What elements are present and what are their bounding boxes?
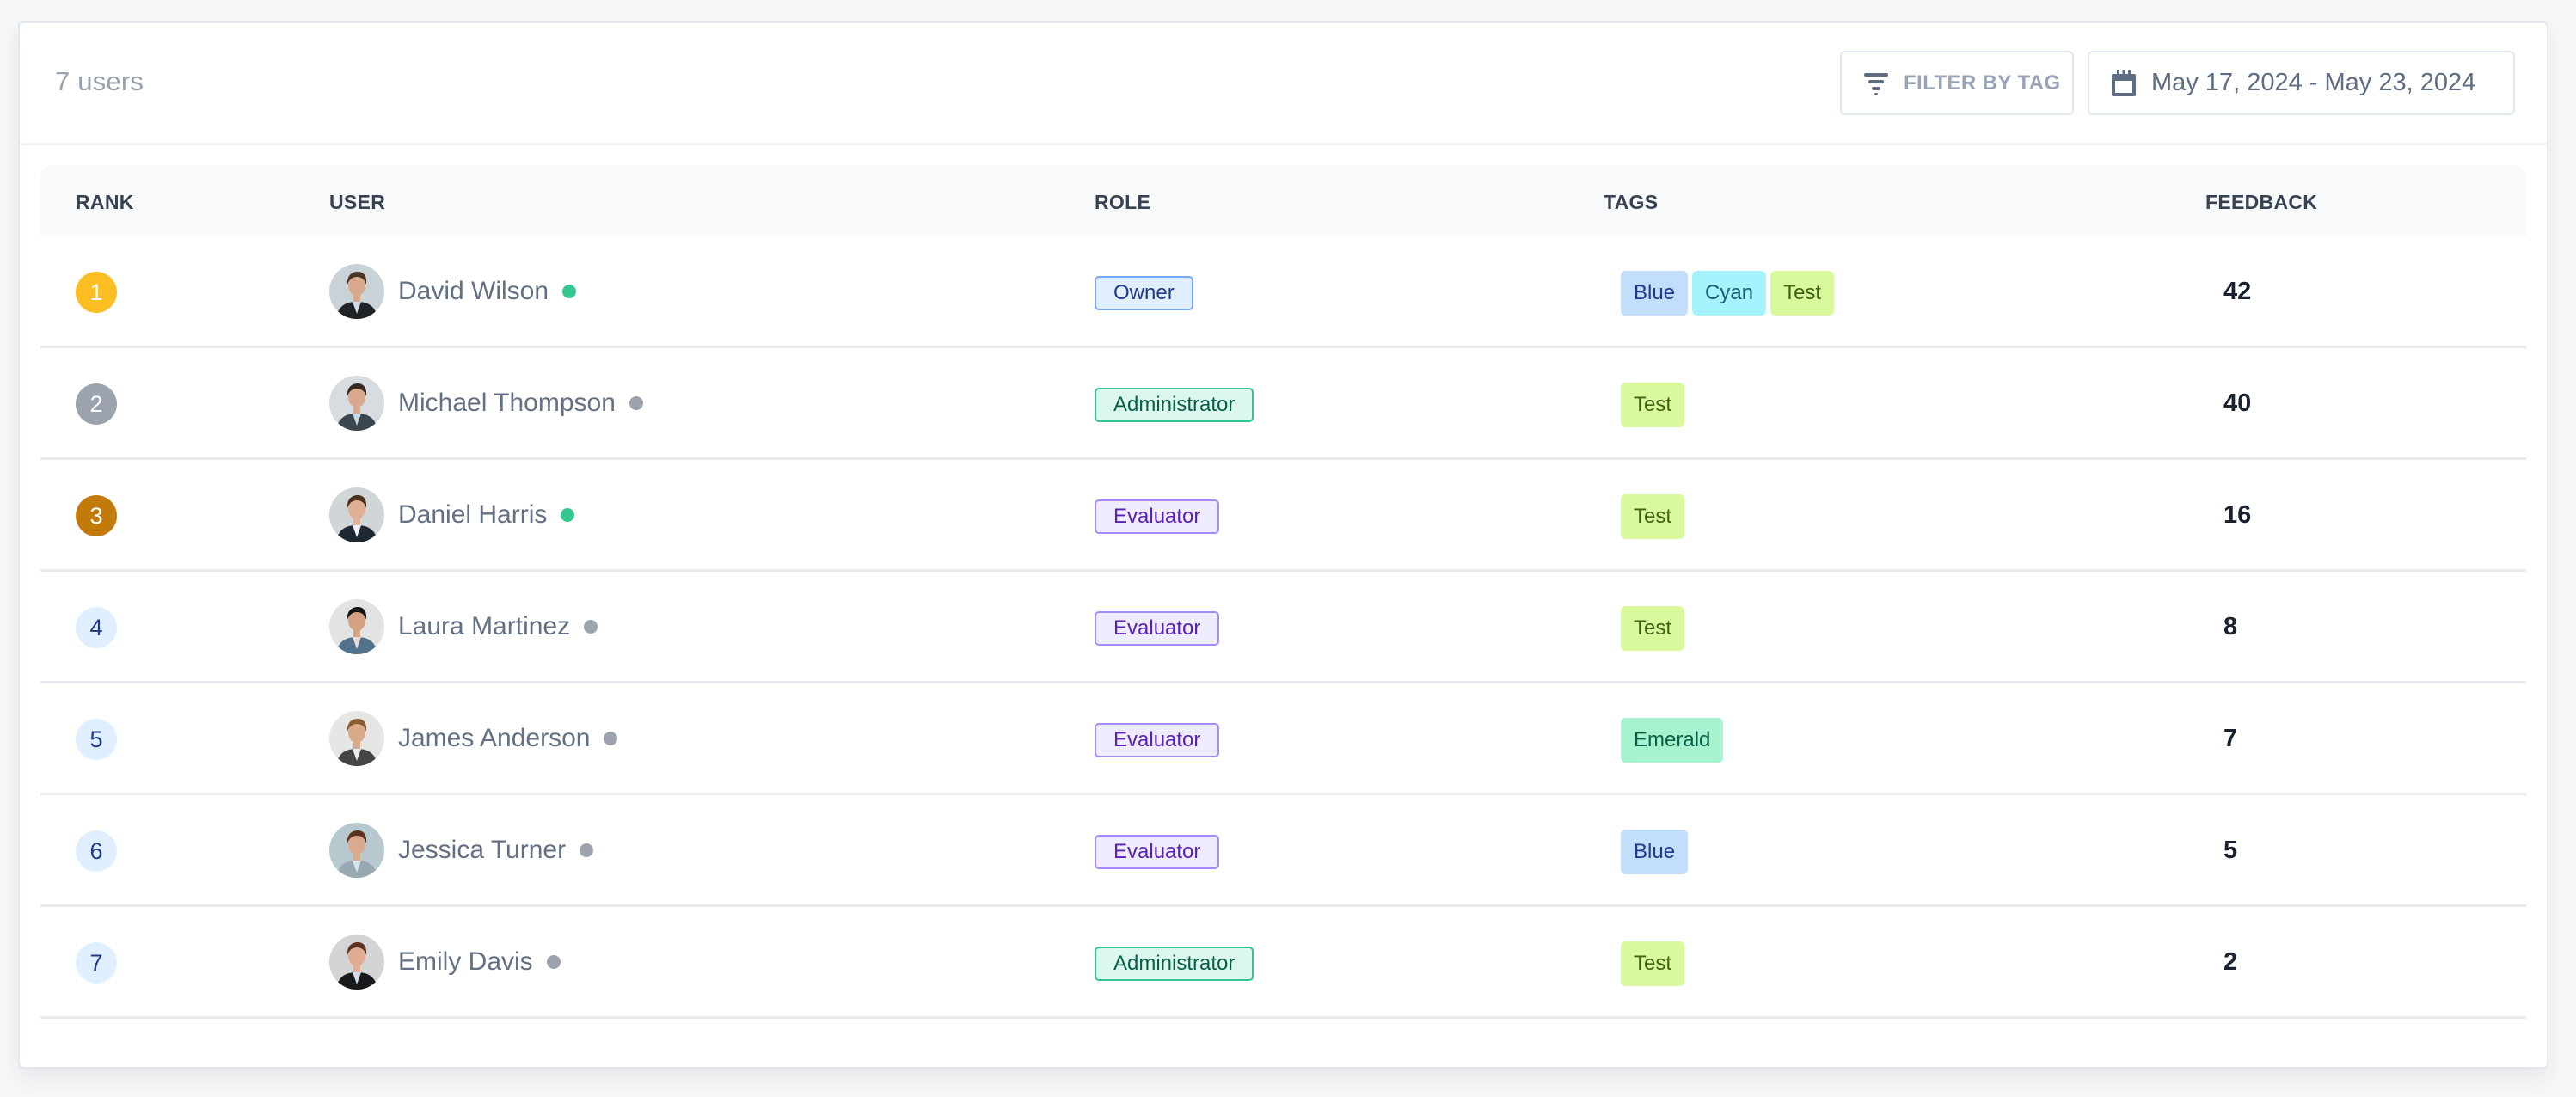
table-row[interactable]: 5 James Anderson Evaluator Emerald 7 — [40, 683, 2526, 795]
filter-by-tag-button[interactable]: FILTER BY TAG — [1840, 51, 2074, 115]
offline-status-dot — [584, 620, 598, 634]
rank-badge: 1 — [76, 272, 117, 313]
avatar[interactable] — [329, 711, 384, 766]
feedback-count: 2 — [2223, 948, 2238, 976]
tag-test[interactable]: Test — [1621, 383, 1685, 427]
table-row[interactable]: 3 Daniel Harris Evaluator Test 16 — [40, 460, 2526, 572]
rank-badge: 2 — [76, 383, 117, 425]
users-table: RANK USER ROLE TAGS FEEDBACK 1 David Wil… — [40, 165, 2526, 1019]
user-name[interactable]: Michael Thompson — [398, 389, 616, 418]
tag-test[interactable]: Test — [1621, 494, 1685, 539]
avatar-portrait-icon — [329, 599, 384, 654]
user-name[interactable]: David Wilson — [398, 277, 549, 306]
filter-icon — [1862, 70, 1890, 96]
tags-cell: Blue Cyan Test — [1621, 271, 1835, 316]
user-name-cell[interactable]: Emily Davis — [398, 947, 561, 977]
column-header-user[interactable]: USER — [329, 191, 385, 214]
table-row[interactable]: 1 David Wilson Owner Blue Cyan Test 42 — [40, 236, 2526, 348]
table-body: 1 David Wilson Owner Blue Cyan Test 42 2 M… — [40, 236, 2526, 1019]
rank-badge: 4 — [76, 607, 117, 648]
role-badge: Evaluator — [1095, 499, 1220, 534]
leaderboard-card: 7 users FILTER BY TAG May 17, 2024 - May… — [18, 21, 2548, 1069]
table-row[interactable]: 2 Michael Thompson Administrator Test 40 — [40, 348, 2526, 460]
avatar[interactable] — [329, 599, 384, 654]
calendar-icon — [2110, 69, 2137, 98]
user-name[interactable]: Laura Martinez — [398, 612, 570, 641]
role-badge: Evaluator — [1095, 835, 1220, 869]
tags-cell: Test — [1621, 383, 1685, 427]
tag-blue[interactable]: Blue — [1621, 830, 1689, 874]
offline-status-dot — [604, 732, 618, 745]
column-header-tags[interactable]: TAGS — [1604, 191, 1658, 214]
tag-emerald[interactable]: Emerald — [1621, 718, 1724, 763]
user-name-cell[interactable]: Daniel Harris — [398, 500, 575, 530]
filter-by-tag-label: FILTER BY TAG — [1904, 70, 2061, 95]
user-name[interactable]: James Anderson — [398, 724, 590, 753]
online-status-dot — [561, 508, 575, 522]
column-header-role[interactable]: ROLE — [1095, 191, 1150, 214]
tag-blue[interactable]: Blue — [1621, 271, 1689, 316]
date-range-label: May 17, 2024 - May 23, 2024 — [2151, 69, 2476, 96]
tag-test[interactable]: Test — [1621, 941, 1685, 986]
avatar[interactable] — [329, 935, 384, 990]
user-name-cell[interactable]: James Anderson — [398, 724, 618, 753]
feedback-count: 8 — [2223, 613, 2238, 640]
avatar[interactable] — [329, 376, 384, 431]
role-badge: Administrator — [1095, 947, 1254, 981]
avatar-portrait-icon — [329, 264, 384, 319]
table-header: RANK USER ROLE TAGS FEEDBACK — [40, 165, 2526, 236]
column-header-feedback[interactable]: FEEDBACK — [2205, 191, 2317, 214]
card-header: 7 users FILTER BY TAG May 17, 2024 - May… — [20, 23, 2547, 145]
user-name[interactable]: Emily Davis — [398, 947, 533, 977]
user-name-cell[interactable]: Jessica Turner — [398, 836, 594, 865]
feedback-count: 40 — [2223, 389, 2252, 417]
avatar[interactable] — [329, 264, 384, 319]
table-row[interactable]: 6 Jessica Turner Evaluator Blue 5 — [40, 795, 2526, 907]
rank-badge: 5 — [76, 719, 117, 760]
user-name[interactable]: Jessica Turner — [398, 836, 566, 865]
role-badge: Evaluator — [1095, 611, 1220, 646]
feedback-count: 7 — [2223, 725, 2238, 752]
feedback-count: 16 — [2223, 501, 2252, 529]
user-name[interactable]: Daniel Harris — [398, 500, 547, 530]
feedback-count: 42 — [2223, 278, 2252, 305]
avatar[interactable] — [329, 487, 384, 542]
avatar-portrait-icon — [329, 487, 384, 542]
offline-status-dot — [629, 396, 643, 410]
user-name-cell[interactable]: David Wilson — [398, 277, 577, 306]
role-badge: Evaluator — [1095, 723, 1220, 757]
date-range-picker[interactable]: May 17, 2024 - May 23, 2024 — [2088, 51, 2515, 115]
tags-cell: Test — [1621, 494, 1685, 539]
table-row[interactable]: 7 Emily Davis Administrator Test 2 — [40, 907, 2526, 1019]
avatar-portrait-icon — [329, 711, 384, 766]
avatar-portrait-icon — [329, 935, 384, 990]
avatar-portrait-icon — [329, 823, 384, 878]
role-badge: Owner — [1095, 276, 1193, 310]
avatar-portrait-icon — [329, 376, 384, 431]
table-row[interactable]: 4 Laura Martinez Evaluator Test 8 — [40, 572, 2526, 683]
feedback-count: 5 — [2223, 837, 2238, 864]
role-badge: Administrator — [1095, 388, 1254, 422]
tags-cell: Blue — [1621, 830, 1689, 874]
user-name-cell[interactable]: Laura Martinez — [398, 612, 598, 641]
rank-badge: 7 — [76, 942, 117, 984]
rank-badge: 6 — [76, 830, 117, 872]
tags-cell: Emerald — [1621, 718, 1724, 763]
tag-test[interactable]: Test — [1770, 271, 1835, 316]
rank-badge: 3 — [76, 495, 117, 536]
user-count: 7 users — [55, 66, 144, 96]
online-status-dot — [562, 285, 577, 298]
column-header-rank[interactable]: RANK — [76, 191, 134, 214]
offline-status-dot — [546, 955, 561, 969]
tag-cyan[interactable]: Cyan — [1692, 271, 1767, 316]
user-name-cell[interactable]: Michael Thompson — [398, 389, 643, 418]
tags-cell: Test — [1621, 606, 1685, 651]
offline-status-dot — [580, 843, 594, 857]
tag-test[interactable]: Test — [1621, 606, 1685, 651]
tags-cell: Test — [1621, 941, 1685, 986]
avatar[interactable] — [329, 823, 384, 878]
